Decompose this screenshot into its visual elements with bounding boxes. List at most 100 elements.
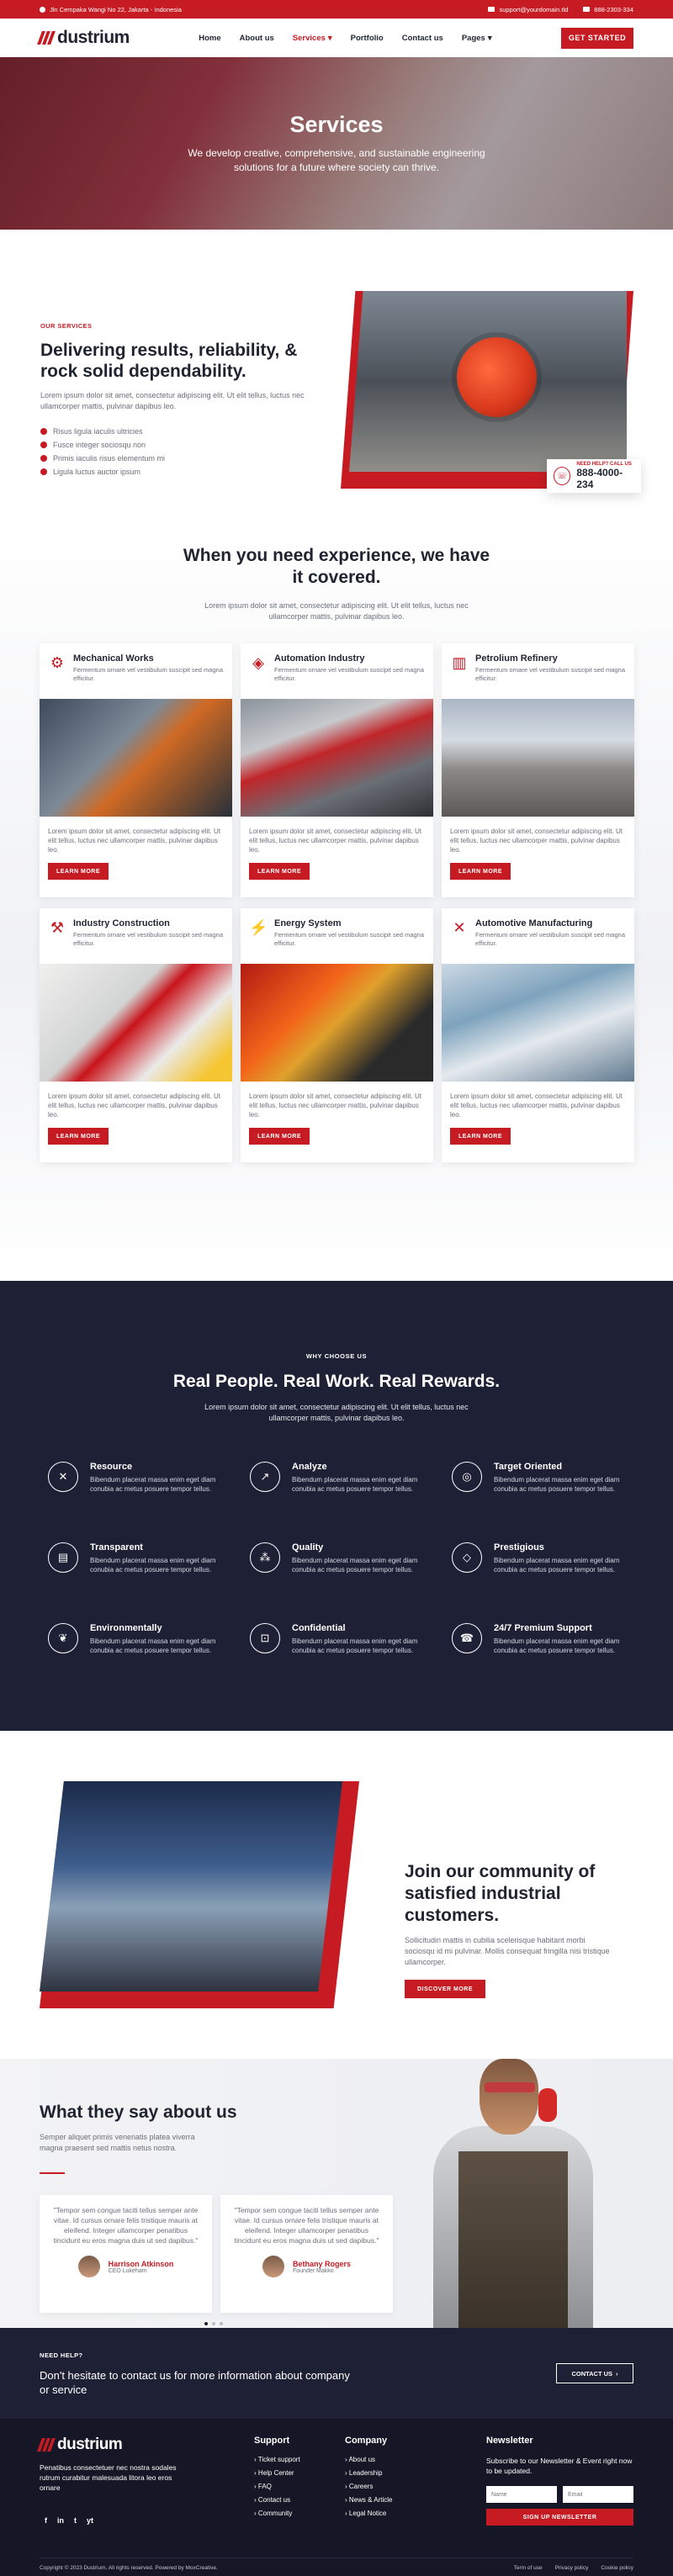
email-info[interactable]: support@yourdomain.tld [488, 6, 568, 13]
youtube-icon[interactable]: yt [87, 2516, 93, 2525]
need-help-section: NEED HELP? Don't hesitate to contact us … [0, 2328, 673, 2419]
footer-logo[interactable]: dustrium [37, 2436, 123, 2454]
footer-link[interactable]: Help Center [254, 2469, 300, 2477]
services-section: When you need experience, we have it cov… [0, 507, 673, 1281]
testimonials-section: What they say about us Semper aliquet pr… [0, 2059, 673, 2328]
site-footer: dustrium Penatibus consectetuer nec nost… [0, 2419, 673, 2576]
feature-text: Bibendum placerat massa enim eget diam c… [292, 1476, 418, 1493]
learn-more-button[interactable]: LEARN MORE [450, 863, 511, 880]
page-title: Services [289, 112, 384, 137]
footer-support-col: Support Ticket support Help Center FAQ C… [254, 2436, 300, 2523]
refinery-photo [40, 1781, 342, 1992]
service-title: Energy System [274, 918, 342, 928]
legal-link[interactable]: Term of use [514, 2565, 543, 2571]
why-title: Real People. Real Work. Real Rewards. [172, 1372, 501, 1391]
twitter-icon[interactable]: t [74, 2516, 77, 2525]
footer-link[interactable]: Leadership [345, 2469, 392, 2477]
feature-title: 24/7 Premium Support [494, 1623, 592, 1633]
leaf-icon: ❦ [48, 1623, 78, 1653]
phone-text[interactable]: 888-2303-334 [594, 6, 633, 13]
nav-pages-label: Pages [461, 33, 485, 43]
contact-us-button[interactable]: CONTACT US › [556, 2363, 633, 2383]
carousel-dot[interactable] [220, 2322, 223, 2325]
logo[interactable]: dustrium [37, 28, 130, 48]
footer-col-title: Company [345, 2436, 388, 2446]
feature-item: ◎ Target Oriented Bibendum placerat massa … [452, 1462, 654, 1509]
signup-newsletter-button[interactable]: SIGN UP NEWSLETTER [486, 2509, 633, 2526]
nav-pages[interactable]: Pages ▾ [462, 34, 492, 43]
testimonials-title: What they say about us [40, 2103, 237, 2122]
footer-link[interactable]: FAQ [254, 2483, 300, 2490]
intro-text: Lorem ipsum dolor sit amet, consectetur … [40, 391, 305, 410]
support-icon: ☎ [452, 1623, 482, 1653]
newsletter-text: Subscribe to our Newsletter & Event righ… [486, 2457, 633, 2475]
footer-link[interactable]: News & Article [345, 2496, 393, 2504]
name-field[interactable] [486, 2486, 557, 2503]
linkedin-icon[interactable]: in [57, 2516, 64, 2525]
footer-link[interactable]: Ticket support [254, 2456, 300, 2463]
facebook-icon[interactable]: f [45, 2516, 47, 2525]
nav-services[interactable]: Services ▾ [293, 34, 332, 43]
feature-item: ✕ Resource Bibendum placerat massa enim eg… [48, 1462, 250, 1509]
learn-more-button[interactable]: LEARN MORE [48, 863, 109, 880]
bolt-icon: ⚡ [249, 919, 268, 936]
why-choose-us-section: WHY CHOOSE US Real People. Real Work. Re… [0, 1281, 673, 1731]
footer-link[interactable]: Community [254, 2510, 300, 2517]
learn-more-button[interactable]: LEARN MORE [450, 1128, 511, 1145]
service-desc: Fermentum ornare vel vestibulum suscipit… [274, 931, 424, 947]
tools-icon: ✕ [453, 919, 466, 936]
logo-mark-icon [37, 2438, 56, 2452]
footer-link[interactable]: Contact us [254, 2496, 300, 2504]
why-eyebrow: WHY CHOOSE US [305, 1352, 368, 1360]
service-card: ▥ Petrolium Refinery Fermentum ornare vel … [442, 643, 634, 897]
document-icon: ▤ [48, 1542, 78, 1573]
learn-more-button[interactable]: LEARN MORE [249, 863, 310, 880]
service-body: Lorem ipsum dolor sit amet, consectetur … [450, 828, 623, 854]
intro-eyebrow: OUR SERVICES [40, 322, 93, 330]
feature-item: ↗ Analyze Bibendum placerat massa enim ege… [250, 1462, 452, 1509]
nav-about[interactable]: About us [240, 34, 274, 43]
contact-us-label: CONTACT US [571, 2369, 613, 2378]
nav-home[interactable]: Home [199, 34, 220, 43]
copyright-text: Copyright © 2023 Dustrium, All rights re… [40, 2565, 218, 2571]
services-title: When you need experience, we have it cov… [183, 546, 490, 587]
carousel-dot[interactable] [212, 2322, 215, 2325]
help-phone[interactable]: 888-4000-234 [576, 467, 634, 490]
layers-icon: ◈ [252, 654, 264, 671]
avatar [77, 2256, 100, 2277]
learn-more-button[interactable]: LEARN MORE [48, 1128, 109, 1145]
footer-link[interactable]: About us [345, 2456, 392, 2463]
legal-link[interactable]: Cookie policy [601, 2565, 633, 2571]
feature-checklist: Risus ligula iaculis ultricies Fusce int… [40, 427, 318, 476]
newsletter-title: Newsletter [486, 2436, 533, 2446]
intro-image: ☏ NEED HELP? CALL US 888-4000-234 [341, 291, 641, 493]
intro-section: OUR SERVICES Delivering results, reliabi… [0, 230, 673, 507]
service-desc: Fermentum ornare vel vestibulum suscipit… [475, 931, 625, 947]
footer-link[interactable]: Careers [345, 2483, 392, 2490]
crane-icon: ⚒ [50, 919, 65, 936]
feature-title: Analyze [292, 1462, 327, 1472]
top-bar: Jln Cempaka Wangi No 22, Jakarta - Indon… [0, 0, 673, 19]
legal-link[interactable]: Privacy policy [555, 2565, 589, 2571]
service-body: Lorem ipsum dolor sit amet, consectetur … [249, 828, 421, 854]
gear-icon: ⚙ [50, 654, 65, 671]
nav-contact[interactable]: Contact us [402, 34, 443, 43]
testimonial-card: "Tempor sem congue taciti tellus semper … [40, 2195, 212, 2313]
learn-more-button[interactable]: LEARN MORE [249, 1128, 310, 1145]
community-image [40, 1781, 359, 2008]
footer-link[interactable]: Legal Notice [345, 2510, 392, 2517]
nav-portfolio[interactable]: Portfolio [351, 34, 384, 43]
help-call-card[interactable]: ☏ NEED HELP? CALL US 888-4000-234 [547, 459, 641, 493]
factory-photo [349, 291, 627, 472]
get-started-button[interactable]: GET STARTED [560, 27, 633, 49]
feature-text: Bibendum placerat massa enim eget diam c… [292, 1557, 418, 1574]
carousel-dot[interactable] [204, 2322, 208, 2325]
feature-item: ◇ Prestigious Bibendum placerat massa enim… [452, 1542, 654, 1590]
feature-title: Confidential [292, 1623, 346, 1633]
feature-item: ⊡ Confidential Bibendum placerat massa eni… [250, 1623, 452, 1670]
phone-info[interactable]: 888-2303-334 [583, 6, 633, 13]
checklist-item: Risus ligula iaculis ultricies [40, 427, 318, 436]
email-text[interactable]: support@yourdomain.tld [499, 6, 568, 13]
discover-more-button[interactable]: DISCOVER MORE [405, 1980, 485, 1998]
email-field[interactable] [563, 2486, 633, 2503]
